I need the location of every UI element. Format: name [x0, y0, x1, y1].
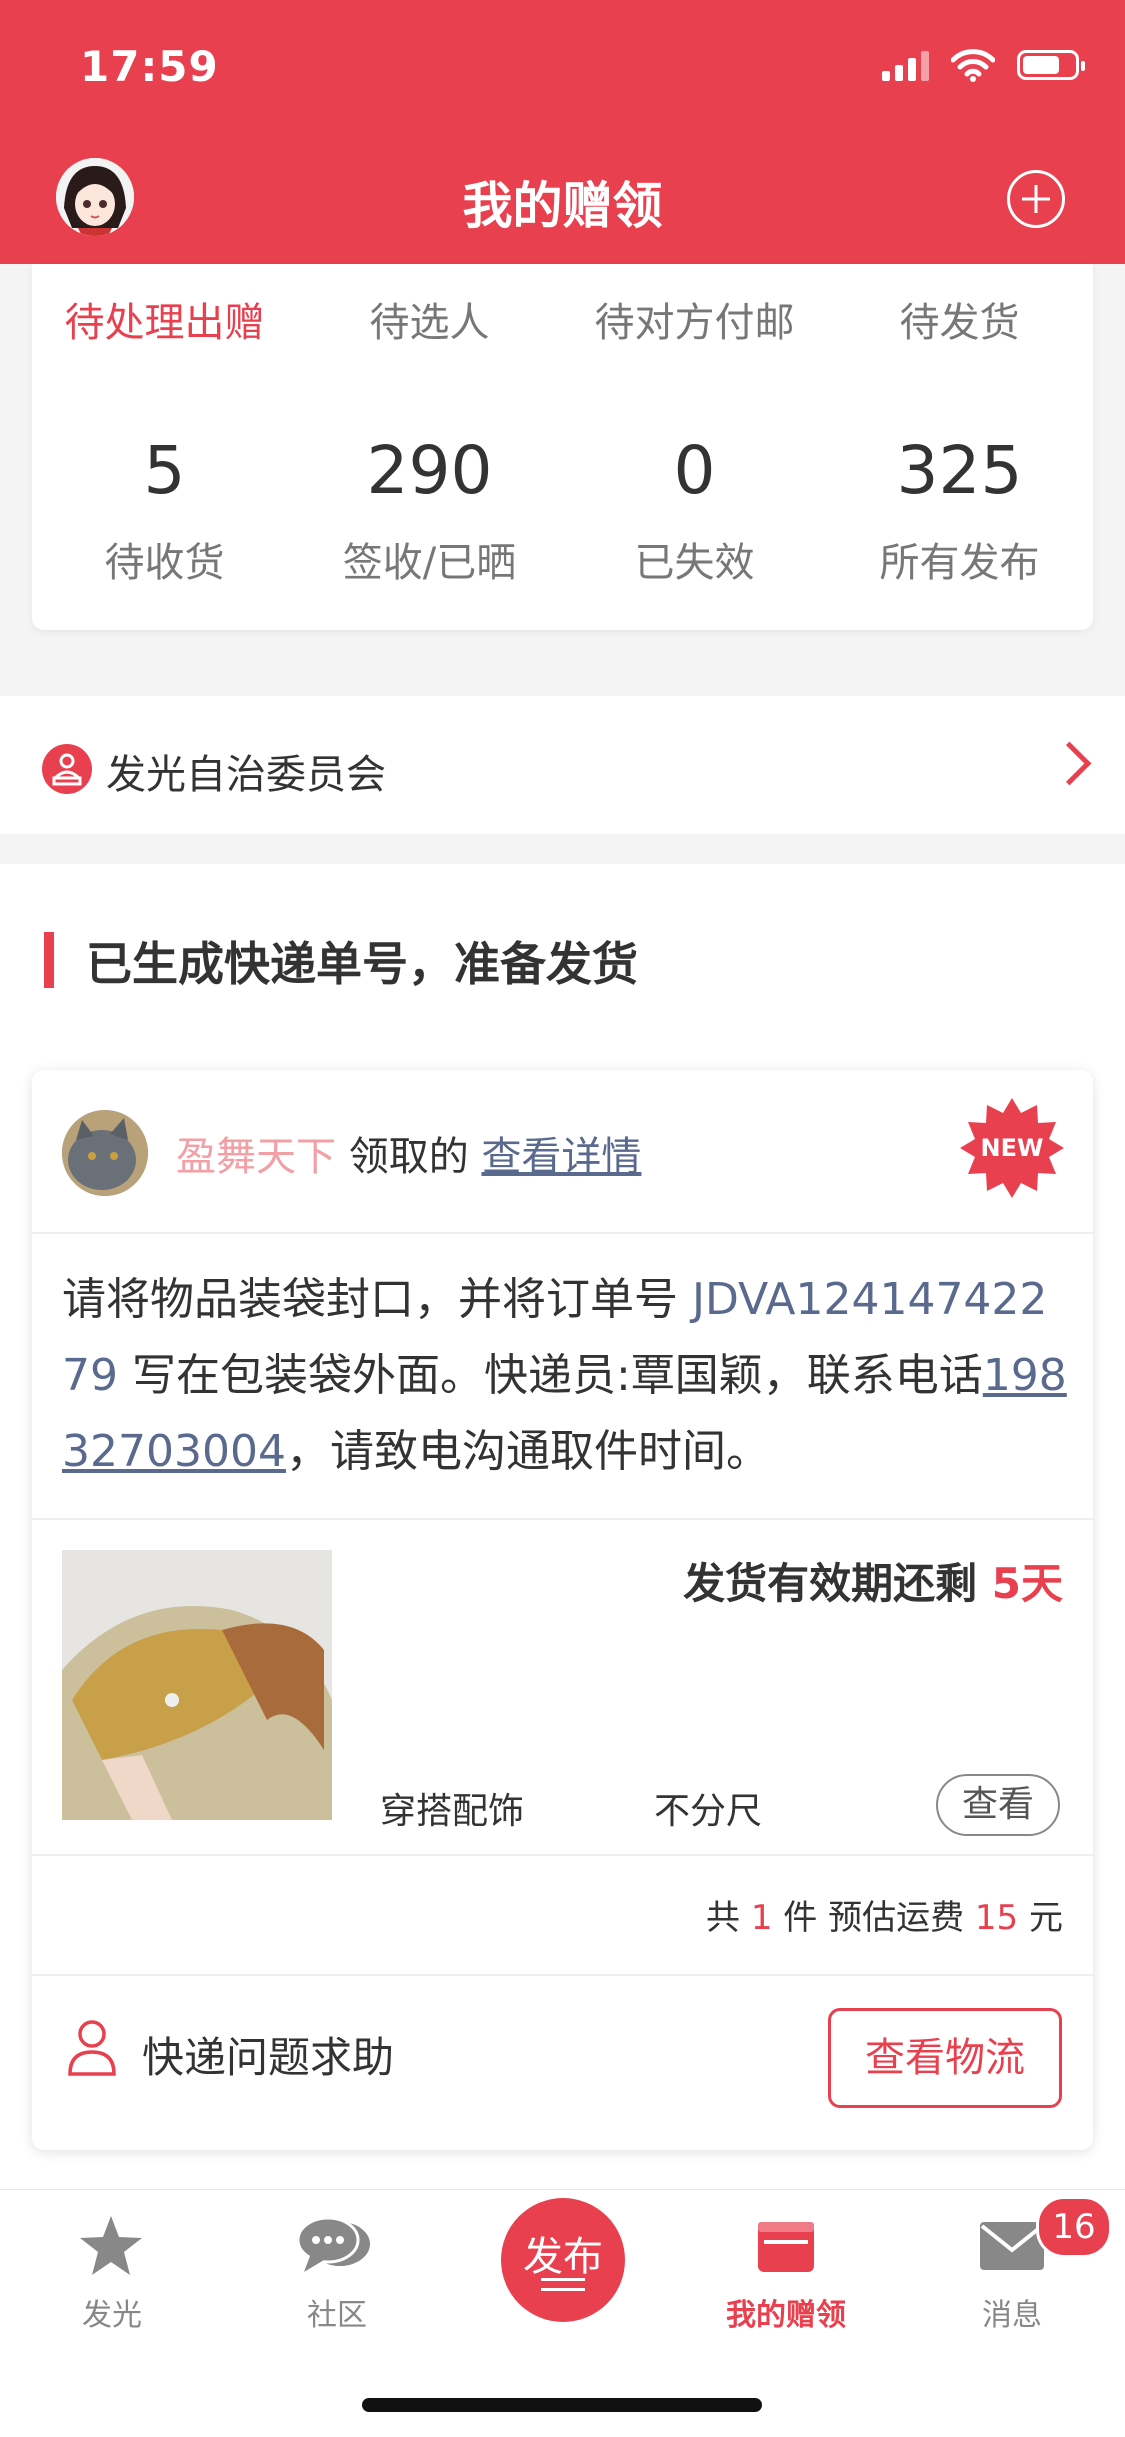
ship-deadline: 发货有效期还剩 5天: [683, 1550, 1063, 1611]
stat-value[interactable]: 0: [562, 432, 827, 509]
gift-box-icon[interactable]: [754, 2216, 818, 2280]
signal-icon: [882, 49, 929, 81]
status-time: 17:59: [80, 42, 219, 91]
add-button[interactable]: [1007, 170, 1065, 228]
msg-text: 写在包装袋外面。快递员:覃国颖，联系电话: [118, 1350, 983, 1401]
menu-lines-icon: [541, 2278, 585, 2298]
claimer-avatar[interactable]: [62, 1110, 148, 1196]
stat-value[interactable]: 325: [827, 432, 1092, 509]
shipping-instructions: 请将物品装袋封口，并将订单号 JDVA12414742279 写在包装袋外面。快…: [62, 1262, 1072, 1490]
page-title: 我的赠领: [462, 177, 663, 235]
stat-label[interactable]: 已失效: [562, 530, 827, 588]
summary-text: 元: [1018, 1898, 1063, 1938]
stat-label[interactable]: 待收货: [32, 530, 297, 588]
section-marker: [44, 932, 54, 988]
star-icon[interactable]: [78, 2214, 144, 2282]
stat-label[interactable]: 签收/已晒: [297, 530, 562, 588]
claimer-name[interactable]: 盈舞天下: [176, 1134, 336, 1180]
chevron-right-icon: [1047, 741, 1092, 786]
summary-text: 件 预估运费: [772, 1898, 975, 1938]
tab-my-gifts[interactable]: 我的赠领: [706, 2290, 866, 2334]
new-badge: NEW: [958, 1094, 1066, 1202]
committee-label: 发光自治委员会: [106, 752, 386, 798]
claimed-text: 领取的: [336, 1134, 482, 1180]
new-badge-text: NEW: [981, 1134, 1044, 1162]
item-count: 1: [750, 1898, 773, 1938]
divider: [32, 1974, 1093, 1976]
section-title: 已生成快递单号，准备发货: [86, 937, 638, 991]
publish-label: 发布: [523, 2234, 603, 2280]
view-logistics-button[interactable]: 查看物流: [828, 2008, 1062, 2108]
deadline-label: 发货有效期还剩: [683, 1559, 992, 1608]
tab-pending-ship[interactable]: 待发货: [827, 290, 1092, 348]
summary-text: 共: [706, 1898, 751, 1938]
stat-label[interactable]: 所有发布: [827, 530, 1092, 588]
wifi-icon: [951, 48, 995, 82]
divider: [32, 1854, 1093, 1856]
shipping-fee: 15: [974, 1898, 1019, 1938]
divider: [32, 1232, 1093, 1234]
app-header: 17:59 我的赠领: [0, 0, 1125, 264]
message-count-badge: 16: [1036, 2196, 1112, 2258]
tab-pending-postage[interactable]: 待对方付邮: [562, 290, 827, 348]
committee-row[interactable]: 发光自治委员会: [0, 696, 1125, 834]
msg-text: 请将物品装袋封口，并将订单号: [62, 1274, 692, 1325]
view-detail-link[interactable]: 查看详情: [481, 1134, 641, 1180]
tab-community[interactable]: 社区: [257, 2290, 417, 2334]
courier-help-link[interactable]: 快递问题求助: [142, 2024, 394, 2085]
chat-bubbles-icon[interactable]: [296, 2214, 374, 2282]
home-indicator: [362, 2398, 762, 2412]
product-image[interactable]: [62, 1550, 332, 1820]
status-icons: [882, 48, 1085, 82]
product-category: 穿搭配饰: [380, 1791, 525, 1832]
order-summary: 共 1 件 预估运费 15 元: [706, 1890, 1063, 1939]
stat-value[interactable]: 5: [32, 432, 297, 509]
tab-glow[interactable]: 发光: [32, 2290, 192, 2334]
claimer-line: 盈舞天下 领取的 查看详情: [176, 1124, 641, 1182]
battery-icon: [1017, 50, 1085, 80]
publish-button[interactable]: 发布: [501, 2198, 625, 2322]
committee-icon: [42, 744, 92, 794]
deadline-days: 5天: [991, 1559, 1063, 1608]
msg-text: ，请致电沟通取件时间。: [285, 1426, 770, 1477]
view-product-button[interactable]: 查看: [936, 1774, 1060, 1836]
product-size: 不分尺: [654, 1791, 763, 1832]
tab-messages[interactable]: 消息: [932, 2290, 1092, 2334]
divider: [32, 1518, 1093, 1520]
tab-pending-select[interactable]: 待选人: [297, 290, 562, 348]
person-icon[interactable]: [66, 2018, 118, 2078]
tab-pending-gift[interactable]: 待处理出赠: [32, 290, 297, 348]
stat-value[interactable]: 290: [297, 432, 562, 509]
